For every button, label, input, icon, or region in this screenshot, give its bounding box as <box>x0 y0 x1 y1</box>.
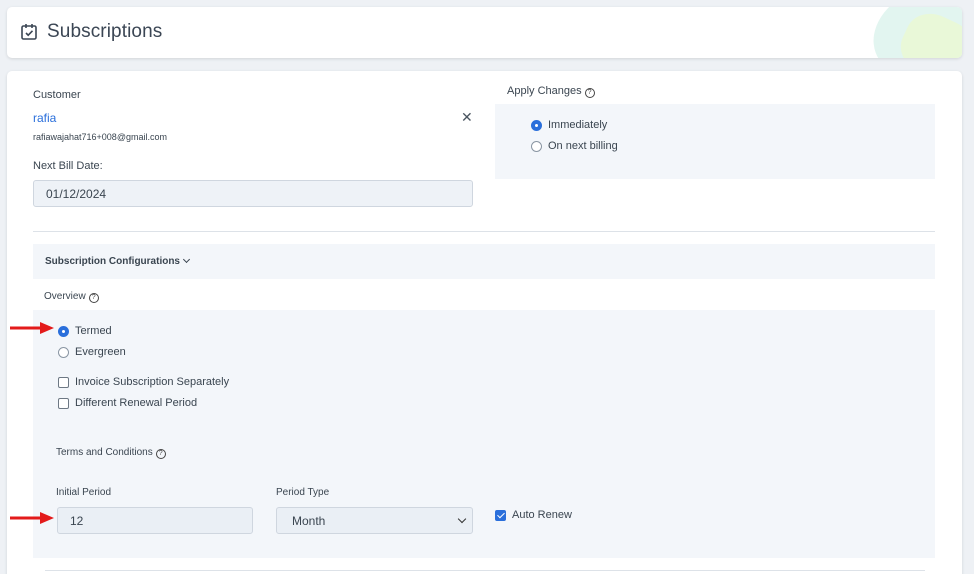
radio-on-next-billing[interactable]: On next billing <box>531 140 618 152</box>
radio-label: On next billing <box>548 140 618 152</box>
radio-button[interactable] <box>58 325 69 337</box>
customer-name-link[interactable]: rafia <box>33 111 56 125</box>
next-bill-date-input[interactable] <box>33 180 473 207</box>
radio-evergreen[interactable]: Evergreen <box>58 346 126 358</box>
customer-email: rafiawajahat716+008@gmail.com <box>33 132 167 142</box>
checkbox[interactable] <box>495 509 506 521</box>
subscription-form-card: Customer rafia rafiawajahat716+008@gmail… <box>7 71 962 574</box>
section-divider <box>33 231 935 232</box>
radio-button[interactable] <box>58 346 69 358</box>
checkbox[interactable] <box>58 376 69 388</box>
red-arrow-annotation <box>10 512 54 524</box>
help-icon[interactable]: ? <box>88 293 99 303</box>
radio-label: Evergreen <box>75 346 126 358</box>
red-arrow-annotation <box>10 322 54 334</box>
checkbox-invoice-separately[interactable]: Invoice Subscription Separately <box>58 376 229 388</box>
terms-conditions-label: Terms and Conditions? <box>56 447 166 459</box>
customer-label: Customer <box>33 89 81 101</box>
help-icon[interactable]: ? <box>155 449 166 459</box>
initial-period-input[interactable]: 12 <box>57 507 253 534</box>
chevron-down-icon <box>182 255 191 264</box>
radio-button[interactable] <box>531 119 542 131</box>
select-value: Month <box>292 513 326 528</box>
radio-button[interactable] <box>531 140 542 152</box>
checkbox-label: Different Renewal Period <box>75 397 198 409</box>
chevron-down-icon <box>457 514 467 524</box>
initial-period-label: Initial Period <box>56 487 112 498</box>
next-bill-date-label: Next Bill Date: <box>33 160 103 172</box>
period-type-label: Period Type <box>276 487 330 498</box>
period-type-select[interactable]: Month <box>276 507 473 534</box>
radio-label: Immediately <box>548 119 608 131</box>
checkbox-different-renewal[interactable]: Different Renewal Period <box>58 397 197 409</box>
section-divider <box>45 570 925 571</box>
radio-termed[interactable]: Termed <box>58 325 112 337</box>
overview-label: Overview? <box>44 291 99 303</box>
page-header: Subscriptions <box>7 7 962 58</box>
radio-label: Termed <box>75 325 112 337</box>
checkbox-auto-renew[interactable]: Auto Renew <box>495 509 572 521</box>
subscription-config-header[interactable]: Subscription Configurations <box>33 244 935 279</box>
input-value: 12 <box>70 513 84 528</box>
calendar-check-icon <box>21 24 37 40</box>
apply-changes-label: Apply Changes? <box>507 85 595 98</box>
subscription-config-toggle[interactable]: Subscription Configurations <box>45 255 191 267</box>
help-icon[interactable]: ? <box>584 88 595 98</box>
radio-immediately[interactable]: Immediately <box>531 119 607 131</box>
checkbox-label: Invoice Subscription Separately <box>75 376 230 388</box>
close-icon[interactable]: ✕ <box>461 109 473 126</box>
page-title: Subscriptions <box>47 21 163 42</box>
checkbox[interactable] <box>58 397 69 409</box>
checkbox-label: Auto Renew <box>512 509 572 521</box>
